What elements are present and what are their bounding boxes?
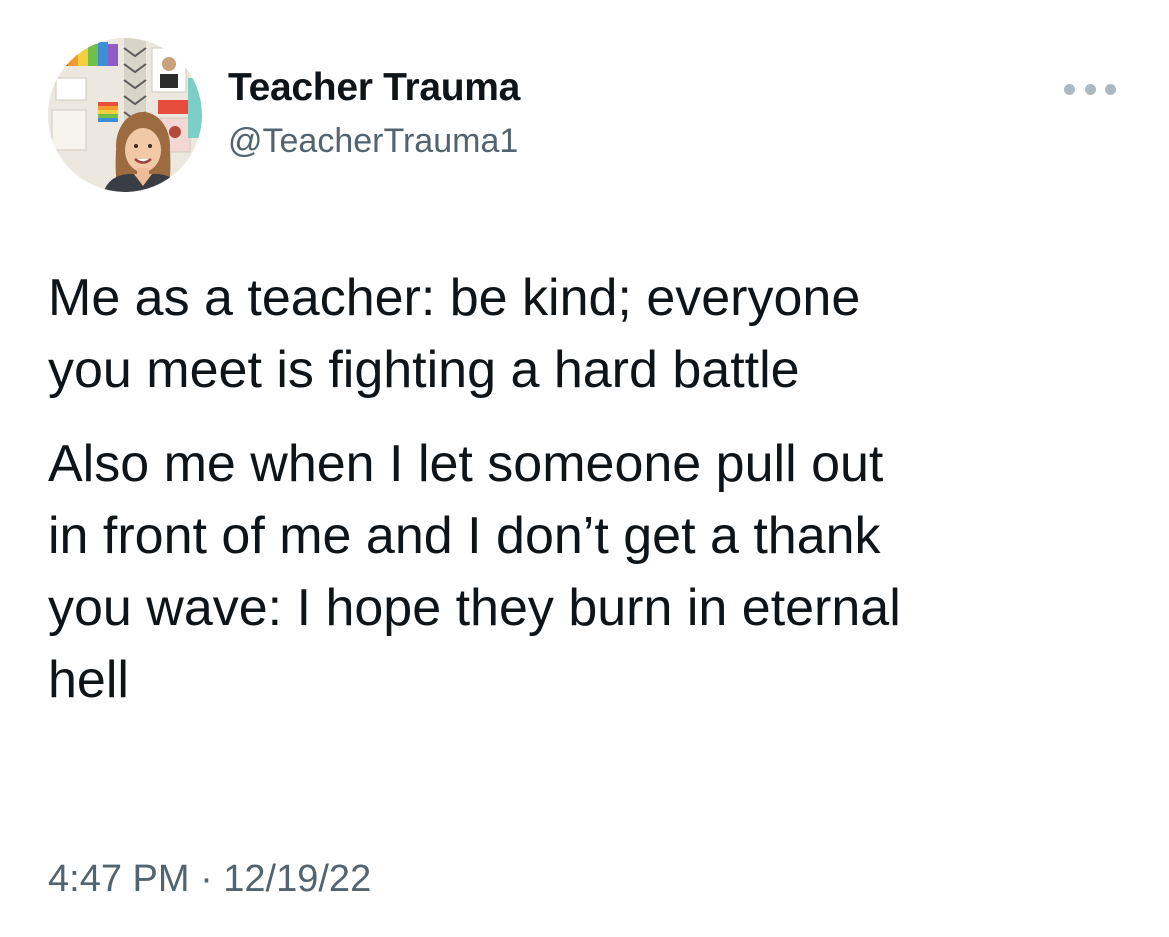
author-handle[interactable]: @TeacherTrauma1 — [228, 122, 518, 161]
more-horizontal-icon — [1064, 83, 1075, 95]
avatar-image — [48, 38, 202, 192]
author-display-name[interactable]: Teacher Trauma — [228, 66, 520, 110]
tweet-paragraph: Also me when I let someone pull out in f… — [48, 435, 901, 709]
tweet-text: Me as a teacher: be kind; everyone you m… — [48, 262, 1128, 716]
tweet-card: Teacher Trauma @TeacherTrauma1 Me as a t… — [0, 0, 1169, 937]
tweet-timestamp[interactable]: 4:47 PM · 12/19/22 — [48, 858, 371, 901]
tweet-paragraph: Me as a teacher: be kind; everyone you m… — [48, 269, 861, 399]
more-horizontal-icon-dot — [1105, 83, 1116, 95]
more-horizontal-icon-dot — [1084, 83, 1096, 95]
avatar[interactable] — [48, 38, 202, 192]
more-options-button[interactable] — [1064, 76, 1116, 102]
